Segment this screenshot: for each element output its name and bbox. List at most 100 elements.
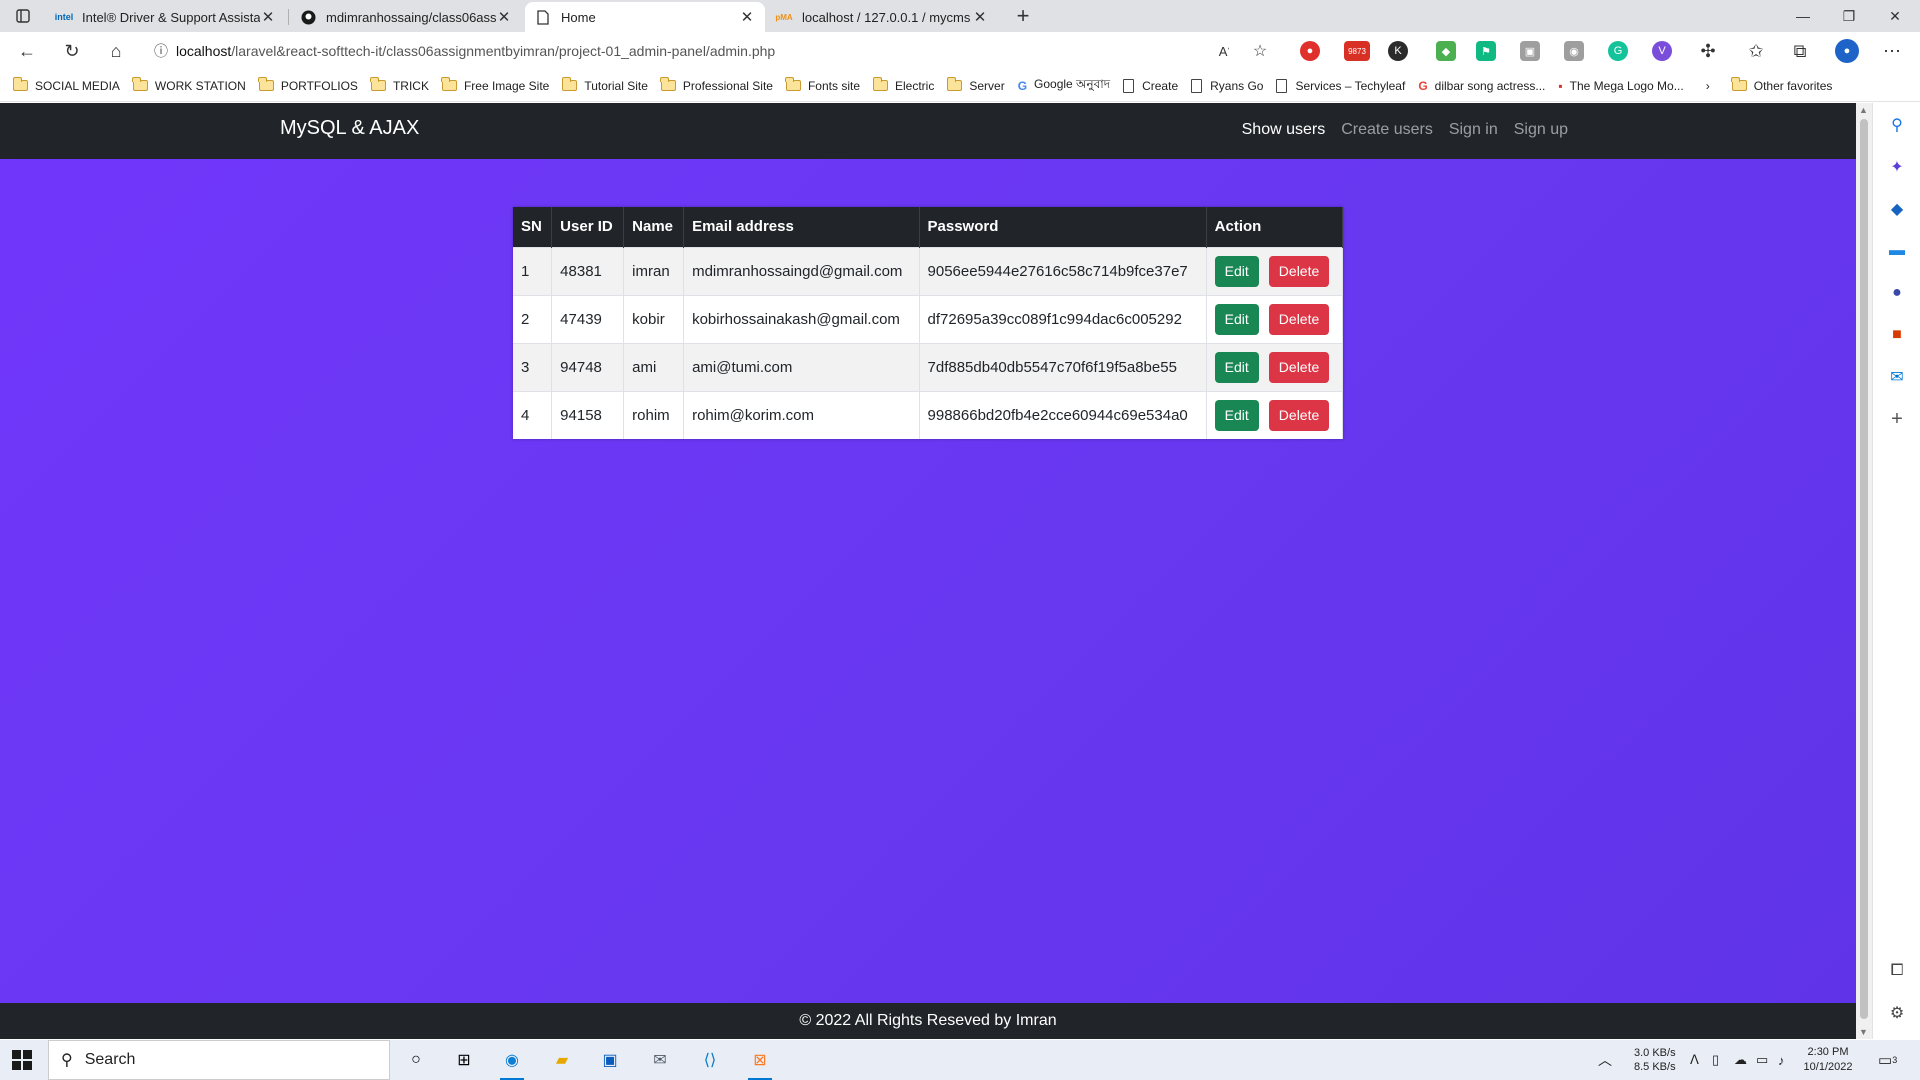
- bookmark-folder[interactable]: WORK STATION: [132, 77, 246, 93]
- taskbar-search[interactable]: ⚲ Search: [48, 1040, 390, 1080]
- delete-button[interactable]: Delete: [1268, 399, 1330, 431]
- browser-tab[interactable]: mdimranhossaing/class06assignm ✕: [290, 2, 522, 32]
- tab-separator: [288, 9, 289, 25]
- xampp-icon[interactable]: ⊠: [748, 1048, 772, 1080]
- tools-icon[interactable]: ▬: [1887, 241, 1907, 261]
- scrollbar-thumb[interactable]: [1860, 119, 1868, 1019]
- nav-show-users[interactable]: Show users: [1242, 121, 1326, 139]
- battery-icon[interactable]: ▯: [1712, 1040, 1719, 1080]
- scroll-up-icon[interactable]: ▲: [1859, 105, 1868, 115]
- close-tab-icon[interactable]: ✕: [496, 8, 512, 26]
- bookmark-folder[interactable]: SOCIAL MEDIA: [12, 77, 120, 93]
- tray-chevron-icon[interactable]: ᐱ: [1690, 1040, 1699, 1080]
- gmail-notifier-icon[interactable]: 9873: [1344, 41, 1370, 61]
- new-tab-icon[interactable]: +: [1000, 0, 1046, 32]
- home-icon[interactable]: ⌂: [102, 37, 130, 65]
- edit-button[interactable]: Edit: [1214, 255, 1259, 287]
- read-aloud-icon[interactable]: Aʼ: [1210, 37, 1238, 65]
- nav-sign-in[interactable]: Sign in: [1449, 121, 1498, 139]
- browser-tab[interactable]: intel Intel® Driver & Support Assistan ✕: [46, 2, 286, 32]
- close-tab-icon[interactable]: ✕: [972, 8, 988, 26]
- games-icon[interactable]: ●: [1887, 283, 1907, 303]
- more-options-icon[interactable]: ⋯: [1878, 37, 1906, 65]
- profile-avatar[interactable]: ●: [1835, 39, 1859, 63]
- adblock-icon[interactable]: ●: [1300, 41, 1320, 61]
- restore-icon[interactable]: ❐: [1826, 0, 1872, 32]
- bookmark-link[interactable]: Create: [1123, 78, 1178, 93]
- edit-button[interactable]: Edit: [1214, 351, 1259, 383]
- k-extension-icon[interactable]: K: [1388, 41, 1408, 61]
- notification-icon[interactable]: ▭ 3: [1878, 1040, 1897, 1080]
- edge-app-icon[interactable]: ◉: [500, 1048, 524, 1080]
- bookmark-link[interactable]: Services – Techyleaf: [1276, 78, 1405, 93]
- bookmark-link[interactable]: Ryans Go: [1191, 78, 1263, 93]
- nav-create-users[interactable]: Create users: [1341, 121, 1433, 139]
- discover-icon[interactable]: ✦: [1887, 157, 1907, 177]
- cortana-icon[interactable]: ○: [404, 1048, 428, 1072]
- v-extension-icon[interactable]: V: [1652, 41, 1672, 61]
- bookmark-link[interactable]: G Google অনুবাদ: [1018, 76, 1110, 96]
- browser-tab[interactable]: pMA localhost / 127.0.0.1 / mycms | ph ✕: [766, 2, 998, 32]
- tab-actions-icon[interactable]: [0, 0, 46, 32]
- hide-sidebar-icon[interactable]: ⧠: [1887, 961, 1907, 981]
- chevron-right-icon[interactable]: ›: [1706, 79, 1710, 93]
- mail-icon[interactable]: ✉: [648, 1048, 672, 1072]
- delete-button[interactable]: Delete: [1268, 351, 1330, 383]
- file-explorer-icon[interactable]: ▰: [550, 1048, 574, 1072]
- delete-button[interactable]: Delete: [1268, 303, 1330, 335]
- bookmark-folder[interactable]: Electric: [872, 77, 934, 93]
- puzzle-extension-icon[interactable]: ◆: [1436, 41, 1456, 61]
- office-icon[interactable]: ■: [1887, 325, 1907, 345]
- vscode-icon[interactable]: ⟨⟩: [698, 1048, 722, 1072]
- collections-icon[interactable]: ⧉: [1786, 37, 1814, 65]
- onedrive-icon[interactable]: ☁: [1734, 1040, 1747, 1080]
- sidebar-settings-icon[interactable]: ⚙: [1887, 1003, 1907, 1023]
- refresh-icon[interactable]: ↻: [58, 37, 86, 65]
- bookmark-folder[interactable]: Fonts site: [785, 77, 860, 93]
- clock[interactable]: 2:30 PM 10/1/2022: [1804, 1040, 1853, 1080]
- add-favorite-icon[interactable]: ☆: [1246, 37, 1274, 65]
- show-hidden-icons[interactable]: ︿: [1598, 1040, 1612, 1080]
- other-favorites[interactable]: Other favorites: [1731, 77, 1832, 93]
- close-tab-icon[interactable]: ✕: [260, 8, 276, 26]
- task-view-icon[interactable]: ⊞: [452, 1048, 476, 1072]
- folder-icon: [660, 77, 676, 91]
- edit-button[interactable]: Edit: [1214, 399, 1259, 431]
- page-scrollbar[interactable]: ▲ ▼: [1856, 103, 1872, 1039]
- close-tab-icon[interactable]: ✕: [739, 8, 755, 26]
- add-sidebar-icon[interactable]: +: [1887, 408, 1907, 430]
- browser-tab-active[interactable]: Home ✕: [525, 2, 765, 32]
- network-icon[interactable]: ▭: [1756, 1040, 1768, 1080]
- bookmark-link[interactable]: ▪ The Mega Logo Mo...: [1558, 79, 1683, 93]
- nav-sign-up[interactable]: Sign up: [1514, 121, 1568, 139]
- camera-icon[interactable]: ◉: [1564, 41, 1584, 61]
- bookmark-folder[interactable]: TRICK: [370, 77, 429, 93]
- close-window-icon[interactable]: ✕: [1872, 0, 1918, 32]
- scroll-down-icon[interactable]: ▼: [1859, 1027, 1868, 1037]
- minimize-icon[interactable]: —: [1780, 0, 1826, 32]
- cell-name: imran: [623, 246, 685, 295]
- flag-extension-icon[interactable]: ⚑: [1476, 41, 1496, 61]
- info-icon[interactable]: ⓘ: [146, 41, 176, 61]
- search-icon[interactable]: ⚲: [1887, 115, 1907, 135]
- windows-start-icon[interactable]: [12, 1050, 32, 1070]
- bookmark-folder[interactable]: Server: [946, 77, 1005, 93]
- store-icon[interactable]: ▣: [598, 1048, 622, 1072]
- bookmark-folder[interactable]: PORTFOLIOS: [258, 77, 358, 93]
- extensions-icon[interactable]: ✣: [1694, 37, 1722, 65]
- image-extension-icon[interactable]: ▣: [1520, 41, 1540, 61]
- volume-icon[interactable]: ♪: [1778, 1040, 1785, 1080]
- address-bar[interactable]: ⓘ localhost/laravel&react-softtech-it/cl…: [146, 36, 1246, 66]
- outlook-icon[interactable]: ✉: [1887, 367, 1907, 387]
- back-icon[interactable]: ←: [13, 37, 41, 65]
- brand[interactable]: MySQL & AJAX: [280, 117, 419, 140]
- bookmark-folder[interactable]: Tutorial Site: [561, 77, 648, 93]
- grammarly-icon[interactable]: G: [1608, 41, 1628, 61]
- shopping-icon[interactable]: ◆: [1887, 199, 1907, 219]
- edit-button[interactable]: Edit: [1214, 303, 1259, 335]
- bookmark-folder[interactable]: Professional Site: [660, 77, 773, 93]
- favorites-icon[interactable]: ✩: [1742, 37, 1770, 65]
- bookmark-link[interactable]: Gdilbar song actress...: [1418, 79, 1545, 93]
- delete-button[interactable]: Delete: [1268, 255, 1330, 287]
- bookmark-folder[interactable]: Free Image Site: [441, 77, 549, 93]
